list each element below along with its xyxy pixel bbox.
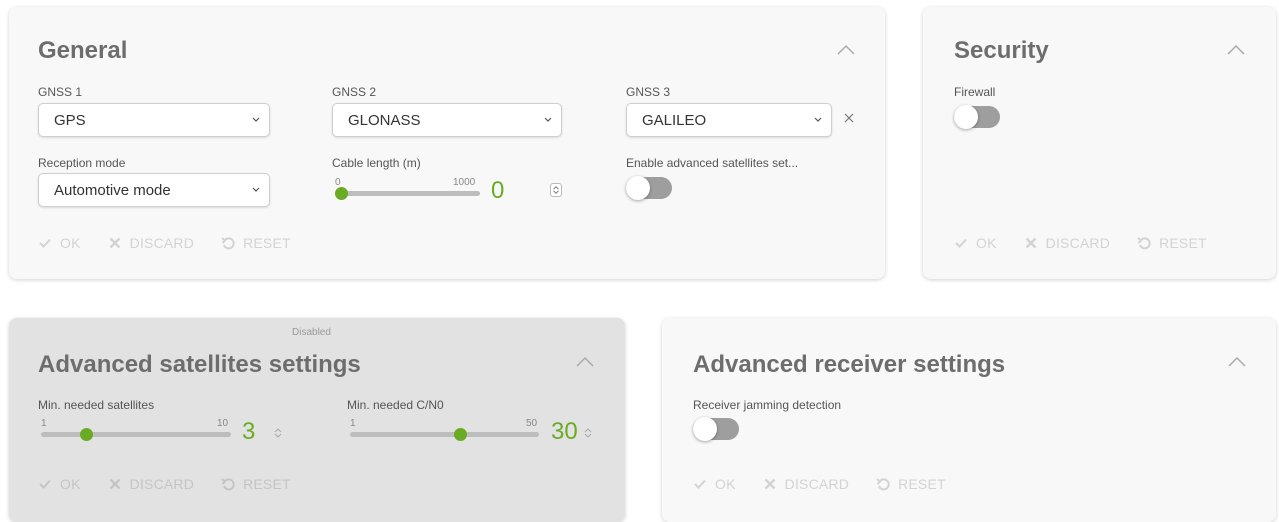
chevron-down-icon bbox=[544, 117, 552, 122]
undo-icon bbox=[876, 478, 890, 491]
close-icon bbox=[109, 478, 120, 490]
gnss3-select[interactable]: GALILEO bbox=[626, 103, 832, 137]
min-satellites-min-tick: 1 bbox=[41, 418, 47, 429]
reset-button[interactable]: RESET bbox=[221, 476, 291, 492]
check-icon bbox=[39, 238, 51, 248]
discard-button[interactable]: DISCARD bbox=[108, 235, 194, 251]
cable-length-label: Cable length (m) bbox=[332, 156, 421, 170]
reset-button[interactable]: RESET bbox=[1137, 235, 1207, 251]
reset-label: RESET bbox=[243, 476, 291, 492]
jamming-detection-toggle[interactable] bbox=[693, 417, 739, 441]
advanced-receiver-actions: OK DISCARD RESET bbox=[693, 476, 973, 492]
general-title: General bbox=[38, 37, 128, 64]
chevron-down-icon bbox=[252, 187, 260, 192]
ok-button[interactable]: OK bbox=[693, 476, 736, 492]
check-icon bbox=[694, 479, 706, 489]
advanced-receiver-title: Advanced receiver settings bbox=[693, 351, 1006, 378]
close-icon bbox=[1025, 237, 1036, 249]
undo-icon bbox=[1137, 237, 1151, 250]
reset-button[interactable]: RESET bbox=[876, 476, 946, 492]
firewall-label: Firewall bbox=[954, 85, 996, 99]
gnss3-label: GNSS 3 bbox=[626, 85, 671, 99]
chevron-down-icon bbox=[252, 117, 260, 122]
min-satellites-slider-track[interactable] bbox=[41, 432, 231, 437]
cable-length-slider-thumb[interactable] bbox=[335, 187, 348, 200]
security-title: Security bbox=[954, 37, 1049, 64]
toggle-knob bbox=[626, 176, 650, 200]
clear-gnss3-icon[interactable] bbox=[843, 112, 855, 124]
undo-icon bbox=[221, 237, 235, 250]
collapse-chevron-icon[interactable] bbox=[1226, 43, 1246, 57]
cable-length-value: 0 bbox=[491, 177, 505, 204]
undo-icon bbox=[221, 478, 235, 491]
reset-label: RESET bbox=[898, 476, 946, 492]
advanced-satellites-actions: OK DISCARD RESET bbox=[38, 476, 318, 492]
min-cn0-label: Min. needed C/N0 bbox=[347, 398, 444, 412]
check-icon bbox=[39, 479, 51, 489]
min-cn0-min-tick: 1 bbox=[350, 418, 356, 429]
min-satellites-value: 3 bbox=[242, 418, 256, 445]
min-cn0-max-tick: 50 bbox=[526, 418, 538, 429]
gnss1-label: GNSS 1 bbox=[38, 85, 83, 99]
gnss1-value: GPS bbox=[54, 112, 86, 129]
chevron-down-icon bbox=[814, 117, 822, 122]
reception-mode-label: Reception mode bbox=[38, 156, 126, 170]
discard-button[interactable]: DISCARD bbox=[1024, 235, 1110, 251]
general-card: General GNSS 1 GPS GNSS 2 GLONASS GNSS 3… bbox=[9, 7, 885, 279]
ok-label: OK bbox=[715, 476, 736, 492]
min-cn0-spinner-icon[interactable] bbox=[582, 426, 594, 440]
gnss2-select[interactable]: GLONASS bbox=[332, 103, 562, 137]
collapse-chevron-icon[interactable] bbox=[836, 43, 856, 57]
jamming-detection-label: Receiver jamming detection bbox=[693, 398, 842, 412]
discard-button[interactable]: DISCARD bbox=[763, 476, 849, 492]
reset-label: RESET bbox=[243, 235, 291, 251]
min-satellites-max-tick: 10 bbox=[217, 418, 229, 429]
cable-length-slider-track[interactable] bbox=[335, 191, 480, 196]
general-actions: OK DISCARD RESET bbox=[38, 235, 318, 251]
firewall-toggle[interactable] bbox=[954, 105, 1000, 129]
toggle-knob bbox=[693, 417, 717, 441]
collapse-chevron-icon[interactable] bbox=[1227, 355, 1247, 369]
ok-button[interactable]: OK bbox=[38, 235, 81, 251]
min-cn0-slider-thumb[interactable] bbox=[453, 428, 467, 441]
reset-label: RESET bbox=[1159, 235, 1207, 251]
security-actions: OK DISCARD RESET bbox=[954, 235, 1234, 251]
ok-label: OK bbox=[60, 476, 81, 492]
close-icon bbox=[764, 478, 775, 490]
min-cn0-value: 30 bbox=[551, 418, 578, 445]
cable-length-spinner-icon[interactable] bbox=[550, 183, 562, 197]
min-satellites-slider-thumb[interactable] bbox=[79, 428, 93, 441]
advanced-satellites-card: Disabled Advanced satellites settings Mi… bbox=[9, 318, 625, 522]
advanced-satellites-title: Advanced satellites settings bbox=[38, 351, 361, 378]
discard-label: DISCARD bbox=[129, 235, 195, 251]
disabled-status-label: Disabled bbox=[292, 327, 331, 338]
discard-button[interactable]: DISCARD bbox=[108, 476, 194, 492]
cable-length-max-tick: 1000 bbox=[453, 177, 476, 188]
enable-advanced-label: Enable advanced satellites set... bbox=[626, 156, 799, 170]
gnss3-value: GALILEO bbox=[642, 112, 707, 129]
gnss2-label: GNSS 2 bbox=[332, 85, 377, 99]
collapse-chevron-icon[interactable] bbox=[575, 355, 595, 369]
gnss2-value: GLONASS bbox=[348, 112, 421, 129]
reception-mode-value: Automotive mode bbox=[54, 182, 171, 199]
ok-button[interactable]: OK bbox=[38, 476, 81, 492]
min-satellites-label: Min. needed satellites bbox=[38, 398, 155, 412]
ok-label: OK bbox=[976, 235, 997, 251]
security-card: Security Firewall OK DISCARD RESET bbox=[923, 7, 1276, 279]
discard-label: DISCARD bbox=[784, 476, 850, 492]
close-icon bbox=[109, 237, 120, 249]
ok-button[interactable]: OK bbox=[954, 235, 997, 251]
min-satellites-spinner-icon[interactable] bbox=[272, 426, 284, 440]
gnss1-select[interactable]: GPS bbox=[38, 103, 270, 137]
enable-advanced-toggle[interactable] bbox=[626, 176, 672, 200]
ok-label: OK bbox=[60, 235, 81, 251]
discard-label: DISCARD bbox=[129, 476, 195, 492]
reset-button[interactable]: RESET bbox=[221, 235, 291, 251]
check-icon bbox=[955, 238, 967, 248]
discard-label: DISCARD bbox=[1045, 235, 1111, 251]
reception-mode-select[interactable]: Automotive mode bbox=[38, 173, 270, 207]
min-cn0-slider-track[interactable] bbox=[350, 432, 539, 437]
advanced-receiver-card: Advanced receiver settings Receiver jamm… bbox=[662, 318, 1276, 522]
toggle-knob bbox=[954, 105, 978, 129]
